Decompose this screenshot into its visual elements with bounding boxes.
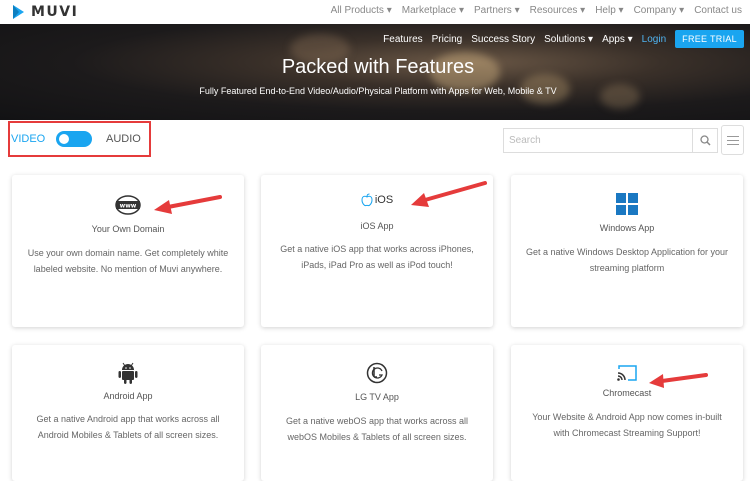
svg-text:www: www	[120, 203, 137, 210]
apple-icon	[361, 193, 373, 207]
nav-success-story[interactable]: Success Story	[471, 34, 535, 45]
android-icon	[118, 362, 138, 384]
page-title: Packed with Features	[281, 56, 475, 78]
card-description: Your Website & Android App now comes in-…	[532, 412, 722, 438]
login-link[interactable]: Login	[642, 34, 666, 45]
page-subtitle: Fully Featured End-to-End Video/Audio/Ph…	[199, 86, 557, 96]
card-description: Get a native webOS app that works across…	[285, 416, 469, 442]
card-title: Android App	[103, 391, 153, 401]
feature-card-windows[interactable]: Windows App Get a native Windows Desktop…	[511, 175, 743, 327]
video-audio-toggle[interactable]	[56, 131, 92, 147]
toggle-knob	[59, 134, 69, 144]
nav-marketplace[interactable]: Marketplace ▾	[402, 5, 464, 16]
feature-card-chromecast[interactable]: Chromecast Your Website & Android App no…	[511, 345, 743, 481]
ios-icon-label: iOS	[374, 194, 394, 206]
nav-features[interactable]: Features	[383, 34, 422, 45]
hero-banner: Features Pricing Success Story Solutions…	[0, 24, 750, 120]
card-title: Your Own Domain	[91, 224, 165, 234]
card-title: LG TV App	[355, 392, 399, 402]
muvi-logo-icon	[13, 5, 24, 19]
search-icon	[699, 135, 711, 146]
card-description: Get a native iOS app that works across i…	[280, 244, 474, 270]
nav-contact-us[interactable]: Contact us	[694, 5, 742, 16]
search-input[interactable]: Search	[503, 128, 693, 153]
nav-help[interactable]: Help ▾	[595, 5, 623, 16]
card-description: Get a native Windows Desktop Application…	[525, 247, 729, 273]
annotation-arrow	[649, 373, 708, 388]
nav-pricing[interactable]: Pricing	[432, 34, 463, 45]
cast-icon	[617, 365, 637, 381]
muvi-logo[interactable]: MUVI	[12, 2, 78, 22]
search-button[interactable]	[693, 128, 718, 153]
nav-company[interactable]: Company ▾	[634, 5, 685, 16]
lg-icon	[366, 362, 388, 384]
annotation-arrow	[154, 195, 222, 214]
top-bar: MUVI All Products ▾ Marketplace ▾ Partne…	[0, 0, 750, 24]
feature-card-lg[interactable]: LG TV App Get a native webOS app that wo…	[261, 345, 493, 481]
video-label[interactable]: VIDEO	[11, 133, 45, 145]
nav-resources[interactable]: Resources ▾	[530, 5, 586, 16]
windows-icon	[616, 193, 638, 215]
hero-nav: Features Pricing Success Story Solutions…	[383, 30, 744, 48]
free-trial-button[interactable]: FREE TRIAL	[675, 30, 744, 48]
card-title: iOS App	[360, 221, 394, 231]
menu-icon[interactable]	[721, 125, 744, 155]
nav-apps[interactable]: Apps ▾	[602, 34, 633, 45]
nav-solutions[interactable]: Solutions ▾	[544, 34, 593, 45]
annotation-arrow	[411, 181, 487, 207]
feature-card-android[interactable]: Android App Get a native Android app tha…	[12, 345, 244, 481]
card-description: Use your own domain name. Get completely…	[27, 248, 229, 274]
nav-all-products[interactable]: All Products ▾	[331, 5, 392, 16]
nav-partners[interactable]: Partners ▾	[474, 5, 520, 16]
card-description: Get a native Android app that works acro…	[36, 414, 220, 440]
top-nav: All Products ▾ Marketplace ▾ Partners ▾ …	[331, 5, 742, 16]
card-title: Windows App	[599, 223, 655, 233]
www-globe-icon: www	[115, 195, 141, 215]
audio-label[interactable]: AUDIO	[106, 133, 141, 145]
brand-name: MUVI	[31, 4, 79, 20]
